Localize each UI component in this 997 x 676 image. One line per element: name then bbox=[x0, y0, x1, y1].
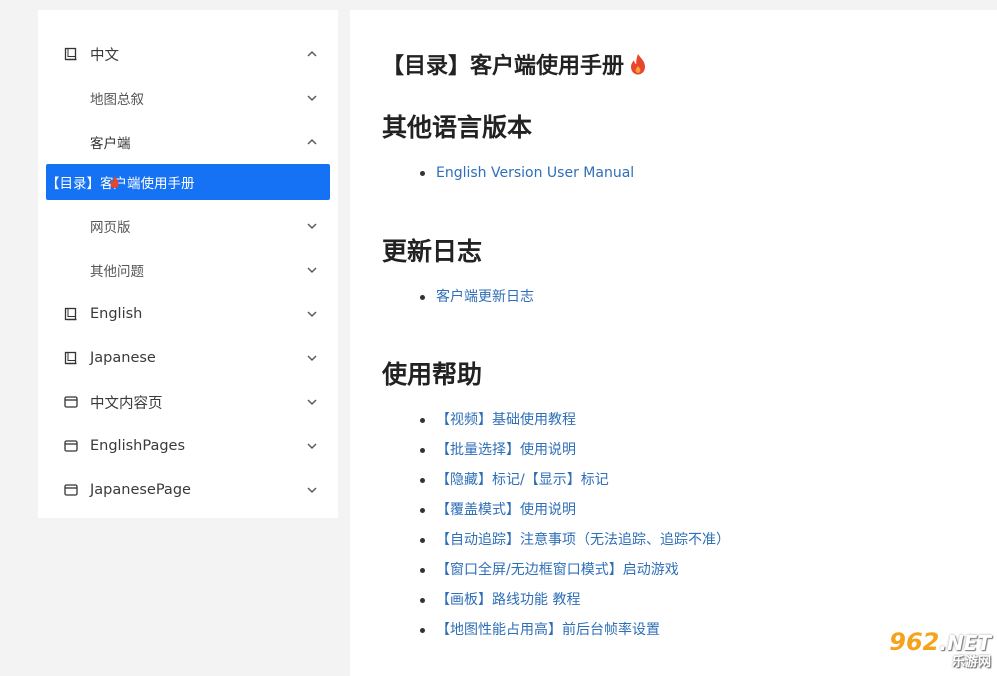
chevron-down-icon[interactable] bbox=[306, 92, 318, 104]
nav-item-label: 【目录】客户端使用手册 bbox=[46, 176, 195, 192]
nav-item-label: 其他问题 bbox=[90, 264, 144, 280]
book-icon bbox=[64, 307, 77, 321]
page-title-text: 【目录】客户端使用手册 bbox=[382, 54, 625, 79]
link-help-auto-track[interactable]: 【自动追踪】注意事项（无法追踪、追踪不准） bbox=[436, 532, 730, 548]
watermark-brand: 962 bbox=[889, 628, 940, 656]
link-help-overlay[interactable]: 【覆盖模式】使用说明 bbox=[436, 502, 576, 518]
nav-item-client[interactable]: 客户端 bbox=[38, 120, 338, 164]
nav-item-label: 中文内容页 bbox=[90, 395, 163, 412]
main-content: 【目录】客户端使用手册 其他语言版本 English Version User … bbox=[350, 10, 997, 676]
link-list: English Version User Manual bbox=[420, 158, 634, 188]
window-icon bbox=[64, 440, 78, 452]
chevron-down-icon[interactable] bbox=[306, 308, 318, 320]
list-item: English Version User Manual bbox=[420, 158, 634, 188]
nav-item-japanese-pages[interactable]: JapanesePage bbox=[38, 468, 338, 512]
book-icon bbox=[64, 351, 77, 365]
list-item: 客户端更新日志 bbox=[420, 282, 534, 312]
flame-icon bbox=[110, 176, 119, 188]
chevron-up-icon[interactable] bbox=[306, 48, 318, 60]
link-help-window-mode[interactable]: 【窗口全屏/无边框窗口模式】启动游戏 bbox=[436, 562, 679, 578]
link-list: 【视频】基础使用教程 【批量选择】使用说明 【隐藏】标记/【显示】标记 【覆盖模… bbox=[420, 405, 730, 645]
list-item: 【画板】路线功能 教程 bbox=[420, 585, 730, 615]
nav-item-label: 中文 bbox=[90, 47, 119, 64]
chevron-down-icon[interactable] bbox=[306, 440, 318, 452]
nav-item-english[interactable]: English bbox=[38, 292, 338, 336]
chevron-down-icon[interactable] bbox=[306, 484, 318, 496]
list-item: 【隐藏】标记/【显示】标记 bbox=[420, 465, 730, 495]
nav-item-japanese[interactable]: Japanese bbox=[38, 336, 338, 380]
nav-item-map-overview[interactable]: 地图总叙 bbox=[38, 76, 338, 120]
nav-item-label: Japanese bbox=[90, 350, 156, 366]
sidebar-nav: 中文 地图总叙 客户端 【目录】客户端使用手册 网页版 其他问题 English… bbox=[38, 10, 338, 518]
list-item: 【地图性能占用高】前后台帧率设置 bbox=[420, 615, 730, 645]
list-item: 【覆盖模式】使用说明 bbox=[420, 495, 730, 525]
list-item: 【自动追踪】注意事项（无法追踪、追踪不准） bbox=[420, 525, 730, 555]
nav-item-chinese-pages[interactable]: 中文内容页 bbox=[38, 380, 338, 424]
nav-item-label: 客户端 bbox=[90, 136, 131, 152]
section-heading-changelog: 更新日志 bbox=[382, 237, 483, 266]
watermark-suffix: .NET bbox=[939, 631, 991, 655]
nav-item-web[interactable]: 网页版 bbox=[38, 204, 338, 248]
link-help-performance[interactable]: 【地图性能占用高】前后台帧率设置 bbox=[436, 622, 660, 638]
flame-icon bbox=[631, 54, 646, 75]
nav-item-chinese[interactable]: 中文 bbox=[38, 32, 338, 76]
nav-item-label: EnglishPages bbox=[90, 438, 186, 454]
nav-item-label: 网页版 bbox=[90, 220, 131, 236]
nav-item-client-manual[interactable]: 【目录】客户端使用手册 bbox=[46, 164, 330, 200]
link-help-drawing-board[interactable]: 【画板】路线功能 教程 bbox=[436, 592, 580, 608]
link-help-video[interactable]: 【视频】基础使用教程 bbox=[436, 412, 576, 428]
nav-item-english-pages[interactable]: EnglishPages bbox=[38, 424, 338, 468]
link-client-changelog[interactable]: 客户端更新日志 bbox=[436, 289, 534, 305]
nav-item-other-questions[interactable]: 其他问题 bbox=[38, 248, 338, 292]
nav-item-label: English bbox=[90, 306, 143, 322]
list-item: 【窗口全屏/无边框窗口模式】启动游戏 bbox=[420, 555, 730, 585]
link-english-manual[interactable]: English Version User Manual bbox=[436, 165, 634, 181]
chevron-down-icon[interactable] bbox=[306, 220, 318, 232]
chevron-down-icon[interactable] bbox=[306, 264, 318, 276]
nav-item-label: JapanesePage bbox=[90, 482, 191, 498]
link-help-hide-show[interactable]: 【隐藏】标记/【显示】标记 bbox=[436, 472, 609, 488]
chevron-down-icon[interactable] bbox=[306, 352, 318, 364]
book-icon bbox=[64, 47, 77, 61]
chevron-up-icon[interactable] bbox=[306, 136, 318, 148]
section-heading-help: 使用帮助 bbox=[382, 360, 483, 389]
section-heading-other-languages: 其他语言版本 bbox=[382, 113, 533, 142]
window-icon bbox=[64, 484, 78, 496]
list-item: 【视频】基础使用教程 bbox=[420, 405, 730, 435]
list-item: 【批量选择】使用说明 bbox=[420, 435, 730, 465]
window-icon bbox=[64, 396, 78, 408]
nav-item-label: 地图总叙 bbox=[90, 92, 144, 108]
page-title: 【目录】客户端使用手册 bbox=[382, 48, 646, 80]
link-list: 客户端更新日志 bbox=[420, 282, 534, 312]
link-help-batch-select[interactable]: 【批量选择】使用说明 bbox=[436, 442, 576, 458]
watermark-logo: 962.NET bbox=[889, 630, 991, 655]
site-watermark: 962.NET 乐游网 bbox=[859, 630, 991, 670]
chevron-down-icon[interactable] bbox=[306, 396, 318, 408]
watermark-subtitle: 乐游网 bbox=[951, 655, 991, 670]
